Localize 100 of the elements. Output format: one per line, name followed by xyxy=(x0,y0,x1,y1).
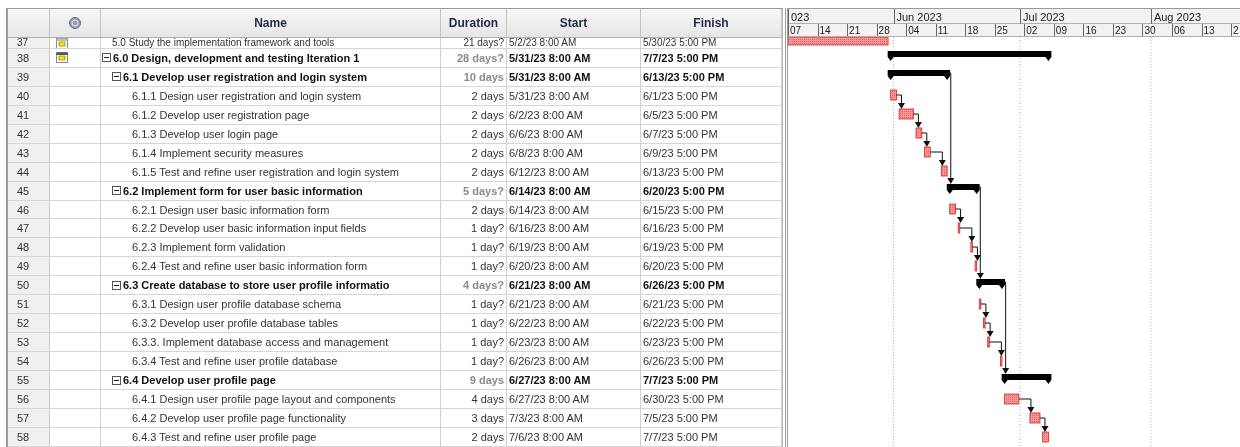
start-cell: 6/20/23 8:00 AM xyxy=(507,257,641,276)
task-name: 6.4 Develop user profile page xyxy=(123,373,276,389)
finish-cell: 6/19/23 5:00 PM xyxy=(641,238,782,257)
task-bar xyxy=(970,241,973,253)
duration-cell: 4 days? xyxy=(441,276,507,295)
month-label: 023 xyxy=(788,9,810,24)
collapse-icon[interactable] xyxy=(112,280,121,290)
start-cell: 6/14/23 8:00 AM xyxy=(507,181,641,200)
task-bar xyxy=(940,165,948,177)
task-bar xyxy=(957,222,961,234)
week-label: 11 xyxy=(935,24,949,36)
task-bar xyxy=(1000,355,1003,367)
start-cell: 7/6/23 8:00 AM xyxy=(507,427,641,446)
task-bar xyxy=(987,336,990,348)
finish-cell: 6/20/23 5:00 PM xyxy=(641,181,782,200)
finish-cell: 6/26/23 5:00 PM xyxy=(641,352,782,371)
task-name: 6.3.3. Implement database access and management xyxy=(132,335,389,351)
column-header[interactable]: Start xyxy=(507,9,641,37)
duration-cell: 1 day? xyxy=(441,257,507,276)
start-cell: 6/27/23 8:00 AM xyxy=(507,371,641,390)
dependency-arrow xyxy=(1018,398,1035,413)
start-cell: 6/14/23 8:00 AM xyxy=(507,200,641,219)
task-name: 6.3.2 Develop user profile database tables xyxy=(132,316,339,332)
week-label: 25 xyxy=(994,24,1008,36)
dependency-arrow xyxy=(912,113,922,128)
duration-cell: 1 day? xyxy=(441,314,507,333)
row-number: 52 xyxy=(8,314,50,333)
week-label: 04 xyxy=(906,24,920,36)
task-name: 6.3 Create database to store user profile informatio xyxy=(123,278,390,294)
finish-cell: 6/16/23 5:00 PM xyxy=(641,219,782,238)
duration-cell: 2 days xyxy=(441,427,507,446)
finish-cell: 6/5/23 5:00 PM xyxy=(641,105,782,124)
task-name: 6.2.2 Develop user basic information input fields xyxy=(132,221,367,237)
month-label: Aug 2023 xyxy=(1150,9,1201,24)
info-icon xyxy=(69,16,81,29)
column-header[interactable] xyxy=(50,9,101,37)
task-bar xyxy=(890,89,897,101)
start-cell: 6/23/23 8:00 AM xyxy=(507,333,641,352)
duration-cell: 28 days? xyxy=(441,48,507,67)
start-cell: 5/31/23 8:00 AM xyxy=(507,48,641,67)
column-header[interactable]: Name xyxy=(101,9,441,37)
week-label: 13 xyxy=(1201,24,1215,36)
month-label: Jun 2023 xyxy=(893,9,942,24)
row-number: 51 xyxy=(8,295,50,314)
start-cell: 6/27/23 8:00 AM xyxy=(507,390,641,408)
week-label: 21 xyxy=(847,24,861,36)
start-cell: 6/26/23 8:00 AM xyxy=(507,352,641,371)
duration-cell: 21 days? xyxy=(441,37,507,48)
task-name: 6.1.4 Implement security measures xyxy=(132,145,304,161)
duration-cell: 1 day? xyxy=(441,295,507,314)
task-name: 6.1 Develop user registration and login system xyxy=(123,69,367,85)
column-header[interactable]: Finish xyxy=(641,9,782,37)
collapse-icon[interactable] xyxy=(112,375,121,385)
start-cell: 7/3/23 8:00 AM xyxy=(507,409,641,427)
finish-cell: 6/9/23 5:00 PM xyxy=(641,143,782,162)
duration-cell: 3 days xyxy=(441,409,507,427)
task-name: 6.0 Design, development and testing Iteration 1 xyxy=(113,50,360,66)
dependency-arrow xyxy=(980,303,990,318)
finish-cell: 6/23/23 5:00 PM xyxy=(641,333,782,352)
task-name: 6.2.3 Implement form validation xyxy=(132,240,286,256)
duration-cell: 2 days xyxy=(441,86,507,105)
finish-cell: 7/7/23 5:00 PM xyxy=(641,371,782,390)
start-cell: 5/2/23 8:00 AM xyxy=(507,37,641,48)
task-bar xyxy=(898,108,914,120)
start-cell: 6/12/23 8:00 AM xyxy=(507,162,641,181)
task-bar xyxy=(1004,393,1020,405)
duration-cell: 1 day? xyxy=(441,219,507,238)
start-cell: 6/21/23 8:00 AM xyxy=(507,295,641,314)
summary-bar xyxy=(1001,374,1052,384)
row-number: 47 xyxy=(8,219,50,238)
column-header[interactable]: Duration xyxy=(441,9,507,37)
row-number: 37 xyxy=(8,37,50,48)
week-label: 2 xyxy=(1231,24,1239,36)
duration-cell: 2 days xyxy=(441,143,507,162)
duration-cell: 4 days xyxy=(441,390,507,408)
start-cell: 6/2/23 8:00 AM xyxy=(507,105,641,124)
task-name: 6.4.2 Develop user profile page functionality xyxy=(132,411,347,426)
collapse-icon[interactable] xyxy=(112,186,121,196)
month-label: Jul 2023 xyxy=(1020,9,1065,24)
dependency-arrow xyxy=(896,94,905,109)
finish-cell: 7/5/23 5:00 PM xyxy=(641,409,782,427)
week-label: 02 xyxy=(1024,24,1038,36)
task-name: 6.2 Implement form for user basic information xyxy=(123,183,363,199)
start-cell: 6/22/23 8:00 AM xyxy=(507,314,641,333)
duration-cell: 10 days xyxy=(441,67,507,86)
task-bar xyxy=(924,146,931,158)
task-bar xyxy=(978,298,982,310)
week-label: 30 xyxy=(1142,24,1156,36)
task-bar xyxy=(983,317,986,329)
task-name: 6.1.5 Test and refine user registration and login system xyxy=(132,164,399,180)
start-cell: 5/31/23 8:00 AM xyxy=(507,86,641,105)
collapse-icon[interactable] xyxy=(112,72,121,82)
dependency-arrow xyxy=(921,132,931,147)
row-number: 49 xyxy=(8,257,50,276)
week-label: 09 xyxy=(1053,24,1067,36)
task-name: 6.1.2 Develop user registration page xyxy=(132,107,310,123)
collapse-icon[interactable] xyxy=(102,53,111,63)
duration-cell: 2 days xyxy=(441,105,507,124)
summary-bar xyxy=(946,184,980,194)
finish-cell: 7/7/23 5:00 PM xyxy=(641,427,782,446)
